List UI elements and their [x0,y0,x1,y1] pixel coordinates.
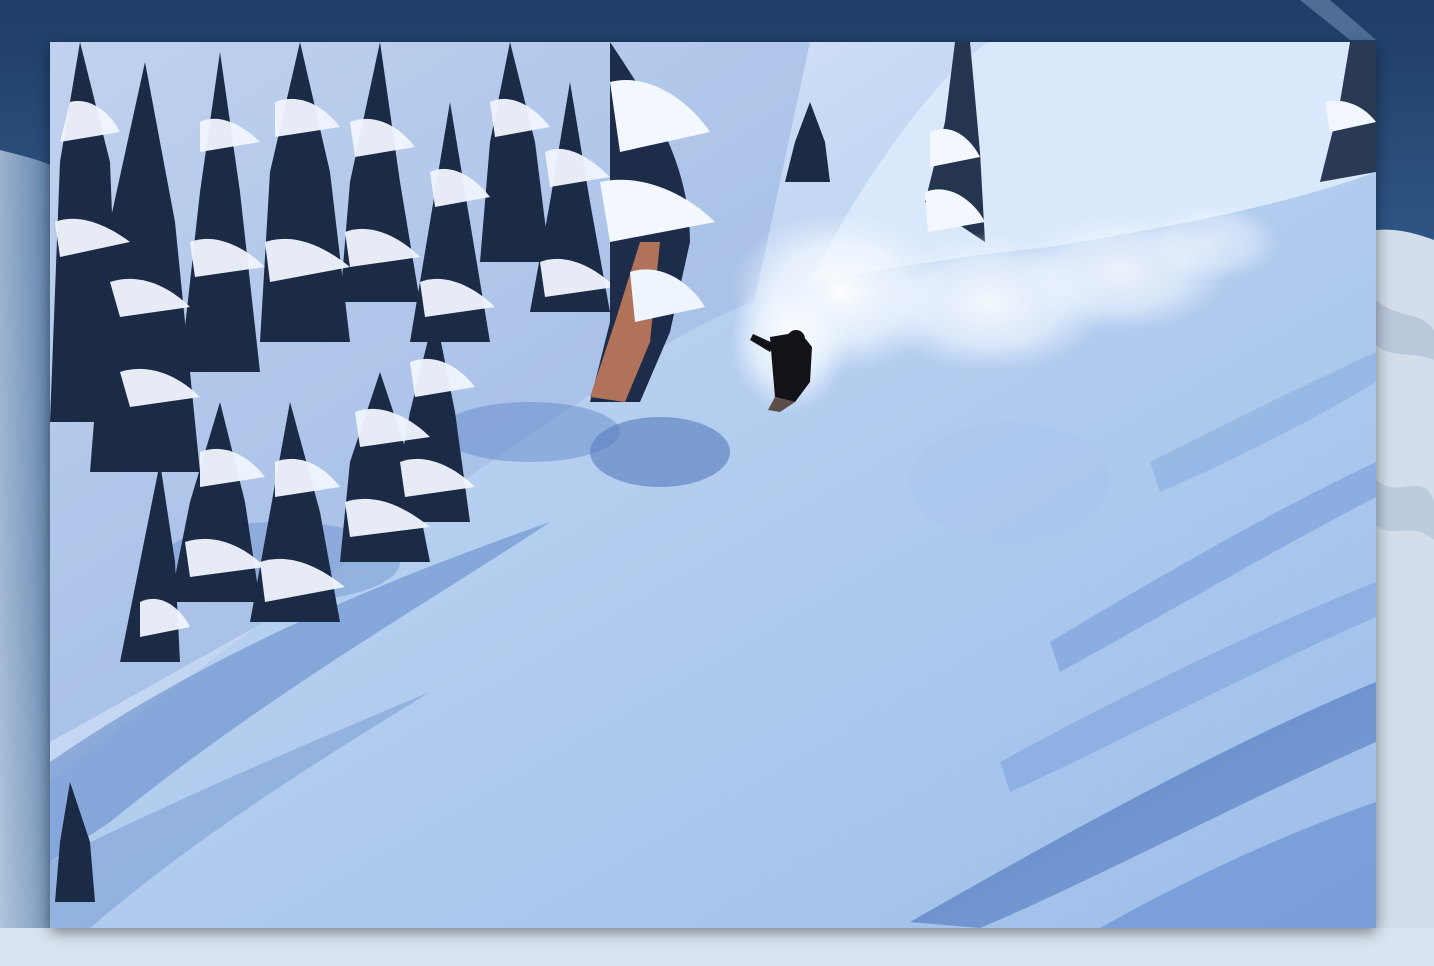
snow-slope-scene [50,42,1376,928]
ski-photo [50,42,1376,928]
